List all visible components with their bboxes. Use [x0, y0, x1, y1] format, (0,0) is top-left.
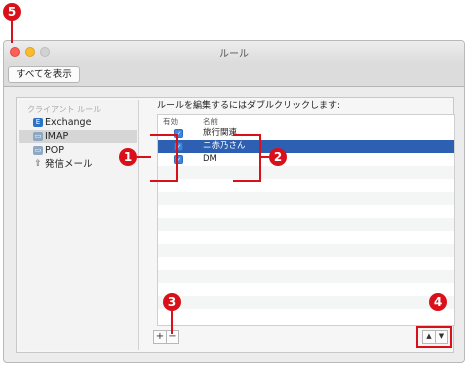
- table-row[interactable]: ✓ DM: [158, 153, 454, 166]
- empty-row: [158, 231, 454, 244]
- rule-name: 旅行関連: [203, 128, 238, 138]
- callout-2-pointer: [261, 156, 269, 158]
- add-remove-buttons: + −: [153, 330, 179, 344]
- empty-row: [158, 218, 454, 231]
- table-row[interactable]: ✓ 旅行関連: [158, 127, 454, 140]
- sidebar-item-exchange[interactable]: E Exchange: [19, 116, 137, 129]
- empty-row: [158, 283, 454, 296]
- column-header-name: 名前: [203, 117, 218, 126]
- column-header-enabled: 有効: [163, 117, 178, 126]
- toolbar: すべてを表示: [4, 63, 464, 87]
- rule-name: DM: [203, 154, 217, 164]
- sidebar-item-label: Exchange: [45, 117, 92, 128]
- table-row[interactable]: ✓ ニ赤乃さん: [158, 140, 454, 153]
- rules-window: ルール すべてを表示 クライアント ルール E Exchange ▭ IMAP …: [3, 40, 465, 363]
- callout-2: 2: [269, 148, 287, 166]
- callout-3-pointer: [171, 311, 173, 334]
- callout-4: 4: [429, 293, 447, 311]
- sidebar-item-label: IMAP: [45, 131, 69, 142]
- rules-table: 有効 名前 ✓ 旅行関連 ✓ ニ赤乃さん ✓ DM: [157, 114, 455, 326]
- empty-row: [158, 309, 454, 322]
- sidebar-item-imap[interactable]: ▭ IMAP: [19, 130, 137, 143]
- reorder-buttons-highlight: [416, 326, 452, 348]
- sidebar-header: クライアント ルール: [27, 105, 102, 114]
- sidebar-item-label: POP: [45, 145, 64, 156]
- pop-icon: ▭: [33, 146, 43, 155]
- rule-name-bracket: [233, 134, 261, 182]
- rules-caption: ルールを編集するにはダブルクリックします:: [157, 101, 341, 111]
- title-bar: ルール: [4, 41, 464, 63]
- imap-icon: ▭: [33, 132, 43, 141]
- callout-5-pointer: [11, 21, 13, 43]
- empty-row: [158, 192, 454, 205]
- callout-1: 1: [119, 148, 137, 166]
- empty-row: [158, 179, 454, 192]
- empty-row: [158, 244, 454, 257]
- callout-5: 5: [3, 3, 21, 21]
- show-all-button[interactable]: すべてを表示: [8, 66, 80, 83]
- empty-row: [158, 270, 454, 283]
- add-rule-button[interactable]: +: [154, 331, 166, 343]
- screenshot: ルール すべてを表示 クライアント ルール E Exchange ▭ IMAP …: [0, 0, 469, 368]
- empty-row: [158, 257, 454, 270]
- callout-1-pointer: [137, 156, 151, 158]
- empty-row: [158, 205, 454, 218]
- empty-row: [158, 166, 454, 179]
- empty-row: [158, 296, 454, 309]
- checkbox-bracket: [150, 134, 178, 182]
- account-sidebar: クライアント ルール E Exchange ▭ IMAP ▭ POP ⇪ 発信メ…: [19, 100, 139, 350]
- window-title: ルール: [219, 49, 249, 60]
- outbox-icon: ⇪: [34, 159, 42, 169]
- exchange-icon: E: [33, 118, 43, 127]
- callout-3: 3: [163, 293, 181, 311]
- sidebar-item-label: 発信メール: [45, 159, 93, 170]
